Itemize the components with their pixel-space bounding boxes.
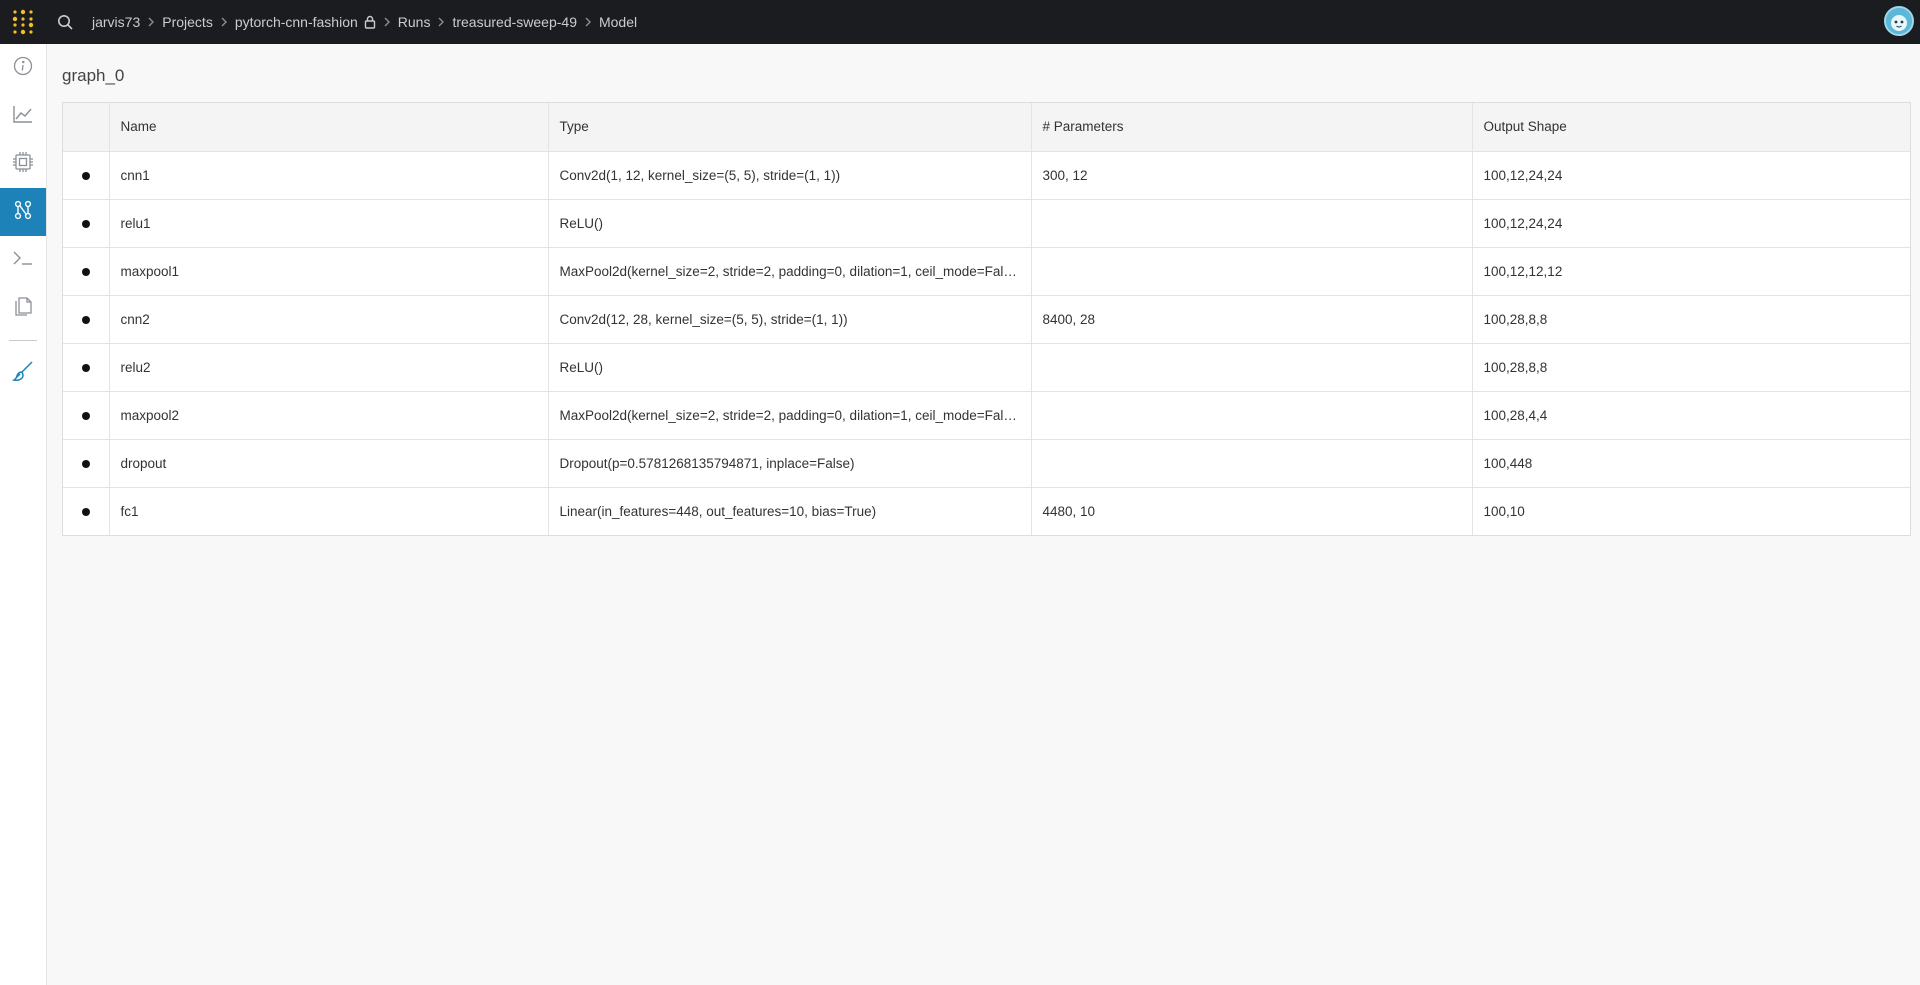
layer-name: cnn2 [109, 295, 549, 344]
chip-icon [12, 151, 34, 178]
bullet-icon [63, 295, 110, 344]
sidebar-item-system[interactable] [0, 140, 46, 188]
layer-output-shape: 100,12,24,24 [1472, 151, 1910, 200]
layer-type: Conv2d(12, 28, kernel_size=(5, 5), strid… [548, 295, 1032, 344]
sidebar-item-overview[interactable] [0, 44, 46, 92]
layer-output-shape: 100,12,24,24 [1472, 199, 1910, 248]
column-header-output-shape[interactable]: Output Shape [1472, 103, 1910, 152]
layer-params [1031, 439, 1473, 488]
column-header-name[interactable]: Name [109, 103, 549, 152]
layer-output-shape: 100,448 [1472, 439, 1910, 488]
layer-type: MaxPool2d(kernel_size=2, stride=2, paddi… [548, 247, 1032, 296]
bullet-icon [63, 487, 110, 535]
search-icon[interactable] [46, 0, 84, 44]
table-row[interactable]: cnn2 Conv2d(12, 28, kernel_size=(5, 5), … [63, 295, 1910, 344]
sidebar-item-artifacts[interactable] [0, 349, 46, 397]
graph-title: graph_0 [62, 66, 125, 85]
layer-params [1031, 199, 1473, 248]
bullet-icon [63, 151, 110, 200]
layer-type: Conv2d(1, 12, kernel_size=(5, 5), stride… [548, 151, 1032, 200]
breadcrumb-current: Model [598, 14, 638, 30]
layer-name: relu2 [109, 343, 549, 392]
layer-params: 300, 12 [1031, 151, 1473, 200]
layer-output-shape: 100,12,12,12 [1472, 247, 1910, 296]
top-bar: jarvis73 Projects pytorch-cnn-fashion Ru… [0, 0, 1920, 44]
sidebar-item-charts[interactable] [0, 92, 46, 140]
layer-type: MaxPool2d(kernel_size=2, stride=2, paddi… [548, 391, 1032, 440]
layer-type: ReLU() [548, 343, 1032, 392]
bullet-icon [63, 439, 110, 488]
terminal-icon [12, 249, 34, 272]
lock-icon [364, 15, 376, 29]
layer-name: maxpool2 [109, 391, 549, 440]
layer-output-shape: 100,28,8,8 [1472, 295, 1910, 344]
table-row[interactable]: fc1 Linear(in_features=448, out_features… [63, 487, 1910, 535]
sidebar-item-logs[interactable] [0, 236, 46, 284]
sidebar-item-model[interactable] [0, 188, 46, 236]
chevron-right-icon [376, 17, 398, 27]
layer-name: maxpool1 [109, 247, 549, 296]
layer-type: Linear(in_features=448, out_features=10,… [548, 487, 1032, 535]
layer-output-shape: 100,28,8,8 [1472, 343, 1910, 392]
column-header-parameters[interactable]: # Parameters [1031, 103, 1473, 152]
sidebar-divider [9, 340, 37, 341]
layer-params: 4480, 10 [1031, 487, 1473, 535]
column-header-bullet [63, 103, 110, 152]
line-chart-icon [12, 104, 34, 129]
layer-name: cnn1 [109, 151, 549, 200]
chevron-right-icon [213, 17, 235, 27]
column-header-type[interactable]: Type [548, 103, 1032, 152]
layer-output-shape: 100,28,4,4 [1472, 391, 1910, 440]
layer-name: dropout [109, 439, 549, 488]
layer-type: Dropout(p=0.5781268135794871, inplace=Fa… [548, 439, 1032, 488]
layer-name: relu1 [109, 199, 549, 248]
table-row[interactable]: relu2 ReLU() 100,28,8,8 [63, 343, 1910, 392]
chevron-right-icon [577, 17, 599, 27]
table-row[interactable]: maxpool2 MaxPool2d(kernel_size=2, stride… [63, 391, 1910, 440]
chevron-right-icon [430, 17, 452, 27]
layer-params [1031, 391, 1473, 440]
left-sidebar [0, 44, 47, 985]
chevron-right-icon [140, 17, 162, 27]
bullet-icon [63, 199, 110, 248]
table-row[interactable]: maxpool1 MaxPool2d(kernel_size=2, stride… [63, 247, 1910, 296]
breadcrumb-runs[interactable]: Runs [398, 14, 431, 30]
wandb-logo-icon[interactable] [0, 0, 46, 44]
table-header-row: Name Type # Parameters Output Shape [63, 103, 1910, 152]
main-content: graph_0 Name Type # Parameters Output Sh… [47, 44, 1920, 985]
breadcrumb-run[interactable]: treasured-sweep-49 [452, 14, 577, 30]
layer-params [1031, 343, 1473, 392]
breadcrumb-project[interactable]: pytorch-cnn-fashion [235, 14, 358, 30]
breadcrumb: jarvis73 Projects pytorch-cnn-fashion Ru… [92, 14, 637, 30]
layer-type: ReLU() [548, 199, 1032, 248]
table-row[interactable]: relu1 ReLU() 100,12,24,24 [63, 199, 1910, 248]
model-table: Name Type # Parameters Output Shape cnn1… [62, 102, 1911, 536]
layer-params: 8400, 28 [1031, 295, 1473, 344]
info-icon [13, 56, 33, 81]
breadcrumb-projects[interactable]: Projects [162, 14, 213, 30]
files-icon [13, 295, 33, 322]
layer-params [1031, 247, 1473, 296]
breadcrumb-user[interactable]: jarvis73 [92, 14, 140, 30]
model-graph-icon [12, 199, 34, 226]
brush-icon [11, 360, 34, 387]
sidebar-item-files[interactable] [0, 284, 46, 332]
bullet-icon [63, 247, 110, 296]
layer-name: fc1 [109, 487, 549, 535]
bullet-icon [63, 343, 110, 392]
layer-output-shape: 100,10 [1483, 503, 1525, 519]
user-avatar[interactable] [1884, 6, 1914, 36]
table-row[interactable]: dropout Dropout(p=0.5781268135794871, in… [63, 439, 1910, 488]
bullet-icon [63, 391, 110, 440]
table-row[interactable]: cnn1 Conv2d(1, 12, kernel_size=(5, 5), s… [63, 151, 1910, 200]
